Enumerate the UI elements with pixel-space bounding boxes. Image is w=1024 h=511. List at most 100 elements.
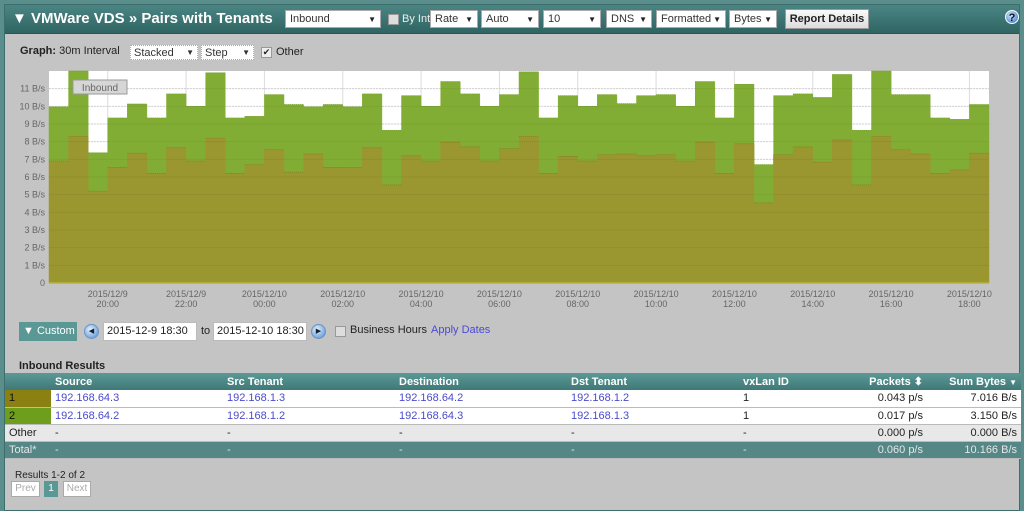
title-bar: ▼ VMWare VDS » Pairs with Tenants Inboun… <box>5 5 1019 34</box>
table-header-row: Source Src Tenant Destination Dst Tenant… <box>5 373 1021 390</box>
graph-line-value: Step <box>205 47 228 59</box>
source-cell: - <box>51 441 223 459</box>
chevron-down-icon: ▼ <box>186 48 194 57</box>
other-label: Other <box>5 424 51 442</box>
x-tick-label: 10:00 <box>645 299 668 309</box>
x-tick-label: 2015/12/10 <box>634 289 679 299</box>
graph-line-select[interactable]: Step ▼ <box>201 45 254 60</box>
x-tick-label: 2015/12/10 <box>869 289 914 299</box>
dst-tenant-cell: - <box>567 441 739 459</box>
chevron-down-icon: ▼ <box>764 15 772 24</box>
traffic-chart: 0 1 B/s 2 B/s 3 B/s 4 B/s 5 B/s 6 B/s 7 B/s 8 B/… <box>19 70 992 309</box>
chevron-down-icon: ▼ <box>368 15 376 24</box>
col-sum-bytes[interactable]: Sum Bytes ▼ <box>927 373 1021 390</box>
src-tenant-cell: - <box>223 441 395 459</box>
format-select[interactable]: Formatted ▼ <box>656 10 726 28</box>
unit-select-value: Bytes <box>734 13 762 25</box>
vxlan-cell: - <box>739 424 835 442</box>
destination-link[interactable]: 192.168.64.2 <box>395 390 567 408</box>
chevron-down-icon: ▼ <box>465 15 473 24</box>
col-dst-tenant[interactable]: Dst Tenant <box>567 373 739 390</box>
y-tick-label: 2 B/s <box>24 243 45 253</box>
help-icon[interactable]: ? <box>1005 10 1019 24</box>
direction-select[interactable]: Inbound ▼ <box>285 10 381 28</box>
dst-tenant-link[interactable]: 192.168.1.2 <box>567 390 739 408</box>
page-1-button[interactable]: 1 <box>44 481 58 497</box>
x-tick-label: 2015/12/9 <box>166 289 206 299</box>
x-tick-label: 2015/12/10 <box>712 289 757 299</box>
business-hours-label: Business Hours <box>350 324 428 336</box>
x-tick-label: 08:00 <box>566 299 589 309</box>
x-tick-label: 00:00 <box>253 299 276 309</box>
x-tick-label: 2015/12/10 <box>399 289 444 299</box>
col-packets[interactable]: Packets ⬍ <box>835 373 927 390</box>
vxlan-cell: - <box>739 441 835 459</box>
y-axis-ticks: 0 1 B/s 2 B/s 3 B/s 4 B/s 5 B/s 6 B/s 7 B/s 8 B/… <box>19 84 45 288</box>
custom-range-button[interactable]: ▼ Custom <box>19 322 77 341</box>
x-tick-label: 18:00 <box>958 299 981 309</box>
col-sum-bytes-label: Sum Bytes <box>949 375 1007 388</box>
prev-page-button[interactable]: Prev <box>11 481 40 497</box>
graph-label: Graph: <box>20 45 57 57</box>
col-vxlan[interactable]: vxLan ID <box>739 373 835 390</box>
start-date-input[interactable]: 2015-12-9 18:30 <box>103 322 197 341</box>
col-packets-label: Packets <box>869 376 911 388</box>
by-int-checkbox[interactable] <box>388 14 399 25</box>
table-row: 2 192.168.64.2 192.168.1.2 192.168.64.3 … <box>5 407 1021 425</box>
src-tenant-link[interactable]: 192.168.1.3 <box>223 390 395 408</box>
scale-select[interactable]: Auto ▼ <box>481 10 539 28</box>
other-checkbox[interactable]: ✔ <box>261 47 272 58</box>
dst-tenant-link[interactable]: 192.168.1.3 <box>567 407 739 425</box>
to-label: to <box>201 325 211 337</box>
scale-select-value: Auto <box>486 13 509 25</box>
x-tick-label: 2015/12/9 <box>88 289 128 299</box>
metric-select-value: Rate <box>435 13 459 25</box>
metric-select[interactable]: Rate ▼ <box>430 10 478 28</box>
resolve-select[interactable]: DNS ▼ <box>606 10 652 28</box>
source-link[interactable]: 192.168.64.2 <box>51 407 223 425</box>
count-select-value: 10 <box>548 13 561 25</box>
src-tenant-link[interactable]: 192.168.1.2 <box>223 407 395 425</box>
apply-dates-link[interactable]: Apply Dates <box>431 324 490 336</box>
total-row: Total* - - - - - 0.060 p/s 10.166 B/s <box>5 441 1021 459</box>
bytes-cell: 3.150 B/s <box>927 407 1021 425</box>
col-src-tenant[interactable]: Src Tenant <box>223 373 395 390</box>
x-tick-label: 20:00 <box>96 299 119 309</box>
rank-cell: 1 <box>5 390 51 408</box>
bytes-cell: 10.166 B/s <box>927 441 1021 459</box>
bytes-cell: 7.016 B/s <box>927 390 1021 408</box>
count-select[interactable]: 10 ▼ <box>543 10 601 28</box>
destination-cell: - <box>395 441 567 459</box>
business-hours-checkbox[interactable] <box>335 326 346 337</box>
col-source[interactable]: Source <box>51 373 223 390</box>
chevron-down-icon: ▼ <box>639 15 647 24</box>
end-date-input[interactable]: 2015-12-10 18:30 <box>213 322 307 341</box>
graph-style-select[interactable]: Stacked ▼ <box>130 45 198 60</box>
next-period-icon[interactable]: ▶ <box>311 324 326 339</box>
results-title: Inbound Results <box>19 360 106 372</box>
x-tick-label: 2015/12/10 <box>477 289 522 299</box>
y-tick-label: 0 <box>40 278 45 288</box>
unit-select[interactable]: Bytes ▼ <box>729 10 777 28</box>
source-cell: - <box>51 424 223 442</box>
x-tick-label: 2015/12/10 <box>242 289 287 299</box>
other-label: Other <box>276 46 304 58</box>
destination-link[interactable]: 192.168.64.3 <box>395 407 567 425</box>
y-tick-label: 7 B/s <box>24 154 45 164</box>
report-panel: ▼ VMWare VDS » Pairs with Tenants Inboun… <box>4 4 1021 511</box>
chevron-down-icon: ▼ <box>242 48 250 57</box>
x-axis-ticks: 2015/12/920:002015/12/922:002015/12/1000… <box>88 289 992 309</box>
source-link[interactable]: 192.168.64.3 <box>51 390 223 408</box>
results-table: Source Src Tenant Destination Dst Tenant… <box>5 373 1021 459</box>
col-destination[interactable]: Destination <box>395 373 567 390</box>
x-tick-label: 12:00 <box>723 299 746 309</box>
vxlan-cell: 1 <box>739 390 835 408</box>
results-summary: Results 1-2 of 2 <box>15 470 86 481</box>
page-title[interactable]: ▼ VMWare VDS » Pairs with Tenants <box>12 10 273 27</box>
y-tick-label: 8 B/s <box>24 137 45 147</box>
report-details-button[interactable]: Report Details <box>785 9 869 29</box>
col-rank <box>5 373 51 390</box>
x-tick-label: 02:00 <box>331 299 354 309</box>
previous-period-icon[interactable]: ◀ <box>84 324 99 339</box>
next-page-button[interactable]: Next <box>63 481 91 497</box>
